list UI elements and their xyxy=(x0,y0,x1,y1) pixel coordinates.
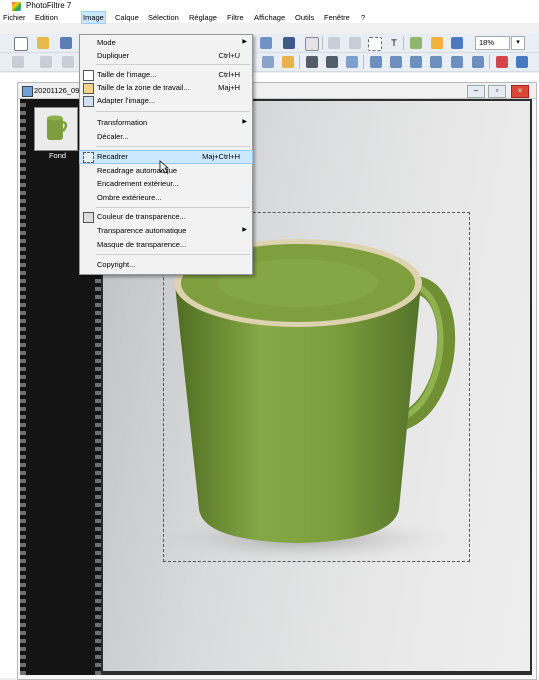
menu-item-taille-image[interactable]: Taille de l'image... Ctrl+H xyxy=(80,69,252,81)
toolbar-tool-icon[interactable] xyxy=(282,56,294,68)
fit-image-icon xyxy=(83,96,94,107)
pointer-cursor-icon xyxy=(159,160,169,174)
menu-bar: Fichier Edition Image Calque Sélection R… xyxy=(0,11,539,24)
menu-item-taille-zone[interactable]: Taille de la zone de travail... Maj+H xyxy=(80,82,252,94)
toolbar-tool-icon[interactable] xyxy=(62,56,74,68)
menu-item-label: Transformation xyxy=(97,118,148,127)
text-tool-icon[interactable]: T xyxy=(388,37,400,49)
menu-affichage[interactable]: Affichage xyxy=(253,12,286,23)
toolbar-tool-icon[interactable] xyxy=(472,56,484,68)
toolbar-tool-icon[interactable] xyxy=(349,37,361,49)
save-icon[interactable] xyxy=(60,37,72,49)
new-file-icon[interactable] xyxy=(14,37,28,51)
menu-item-shortcut: Ctrl+H xyxy=(218,70,240,79)
app-icon xyxy=(12,2,21,11)
menu-edition[interactable]: Edition xyxy=(34,12,59,23)
close-icon[interactable]: × xyxy=(511,85,529,98)
canvas-size-icon xyxy=(83,83,94,94)
selection-icon[interactable] xyxy=(368,37,382,51)
menu-item-label: Couleur de transparence... xyxy=(97,212,186,221)
menu-item-masque[interactable]: Masque de transparence... xyxy=(80,239,252,251)
document-title: 20201126_09 xyxy=(34,86,80,95)
zoom-input[interactable]: 18% xyxy=(475,36,510,50)
menu-item-label: Mode xyxy=(97,38,116,47)
toolbar-tool-icon[interactable] xyxy=(328,37,340,49)
menu-item-label: Ombre extérieure... xyxy=(97,193,162,202)
menu-item-transparence-auto[interactable]: Transparence automatique ▶ xyxy=(80,225,252,237)
toolbar-tool-icon[interactable] xyxy=(516,56,528,68)
menu-item-label: Recadrer xyxy=(97,152,128,161)
menu-item-label: Taille de la zone de travail... xyxy=(97,83,190,92)
menu-item-label: Dupliquer xyxy=(97,51,130,60)
menu-item-label: Décaler... xyxy=(97,132,129,141)
submenu-arrow-icon: ▶ xyxy=(242,227,247,233)
menu-item-label: Encadrement extérieur... xyxy=(97,179,179,188)
menu-item-label: Copyright... xyxy=(97,260,136,269)
image-menu-dropdown: Mode ▶ Dupliquer Ctrl+U Taille de l'imag… xyxy=(79,34,253,275)
menu-image[interactable]: Image xyxy=(81,11,106,24)
film-strip-left xyxy=(20,99,26,675)
toolbar-tool-icon[interactable] xyxy=(451,37,463,49)
toolbar-tool-icon[interactable] xyxy=(305,37,319,51)
toolbar-tool-icon[interactable] xyxy=(283,37,295,49)
menu-selection[interactable]: Sélection xyxy=(147,12,180,23)
toolbar-tool-icon[interactable] xyxy=(390,56,402,68)
menu-item-decaler[interactable]: Décaler... xyxy=(80,131,252,143)
toolbar-tool-icon[interactable] xyxy=(430,56,442,68)
menu-calque[interactable]: Calque xyxy=(114,12,140,23)
toolbar-tool-icon[interactable] xyxy=(431,37,443,49)
menu-item-couleur-transparence[interactable]: Couleur de transparence... xyxy=(80,211,252,223)
document-icon xyxy=(22,86,33,97)
menu-item-label: Transparence automatique xyxy=(97,226,187,235)
menu-item-mode[interactable]: Mode ▶ xyxy=(80,37,252,49)
toolbar-tool-icon[interactable] xyxy=(262,56,274,68)
submenu-arrow-icon: ▶ xyxy=(242,39,247,45)
menu-help[interactable]: ? xyxy=(360,12,366,23)
toolbar-tool-icon[interactable] xyxy=(346,56,358,68)
menu-item-adapter[interactable]: Adapter l'image... xyxy=(80,95,252,107)
menu-filtre[interactable]: Filtre xyxy=(226,12,245,23)
app-title: PhotoFiltre 7 xyxy=(26,1,72,10)
crop-icon xyxy=(83,152,94,163)
menu-item-copyright[interactable]: Copyright... xyxy=(80,259,252,271)
menu-item-shortcut: Ctrl+U xyxy=(218,51,240,60)
menu-item-ombre[interactable]: Ombre extérieure... xyxy=(80,192,252,204)
minimize-icon[interactable]: – xyxy=(467,85,485,98)
resize-icon xyxy=(83,70,94,81)
menu-reglage[interactable]: Réglage xyxy=(188,12,218,23)
toolbar-tool-icon[interactable] xyxy=(326,56,338,68)
toolbar-tool-icon[interactable] xyxy=(370,56,382,68)
zoom-value: 18% xyxy=(479,38,495,47)
toolbar-tool-icon[interactable] xyxy=(496,56,508,68)
toolbar-tool-icon[interactable] xyxy=(40,56,52,68)
maximize-icon[interactable]: ▫ xyxy=(488,85,506,98)
menu-item-shortcut: Maj+Ctrl+H xyxy=(202,152,240,161)
toolbar-tool-icon[interactable] xyxy=(12,56,24,68)
menu-item-label: Taille de l'image... xyxy=(97,70,157,79)
menu-fichier[interactable]: Fichier xyxy=(2,12,27,23)
menu-item-label: Masque de transparence... xyxy=(97,240,187,249)
title-bar: PhotoFiltre 7 xyxy=(0,0,539,12)
toolbar-tool-icon[interactable] xyxy=(451,56,463,68)
menu-item-transformation[interactable]: Transformation ▶ xyxy=(80,117,252,129)
menu-fenetre[interactable]: Fenêtre xyxy=(323,12,351,23)
transparency-icon xyxy=(83,212,94,223)
menu-item-dupliquer[interactable]: Dupliquer Ctrl+U xyxy=(80,50,252,62)
menu-item-label: Adapter l'image... xyxy=(97,96,156,105)
menu-item-encadrement[interactable]: Encadrement extérieur... xyxy=(80,178,252,190)
toolbar-tool-icon[interactable] xyxy=(306,56,318,68)
toolbar-tool-icon[interactable] xyxy=(410,56,422,68)
layer-thumbnail[interactable] xyxy=(34,107,78,151)
toolbar-tool-icon[interactable] xyxy=(260,37,272,49)
menu-outils[interactable]: Outils xyxy=(294,12,315,23)
open-folder-icon[interactable] xyxy=(37,37,49,49)
menu-item-shortcut: Maj+H xyxy=(218,83,240,92)
toolbar-tool-icon[interactable] xyxy=(410,37,422,49)
mug-thumbnail-icon xyxy=(35,108,77,150)
chevron-down-icon[interactable]: ▾ xyxy=(511,36,525,50)
submenu-arrow-icon: ▶ xyxy=(242,119,247,125)
